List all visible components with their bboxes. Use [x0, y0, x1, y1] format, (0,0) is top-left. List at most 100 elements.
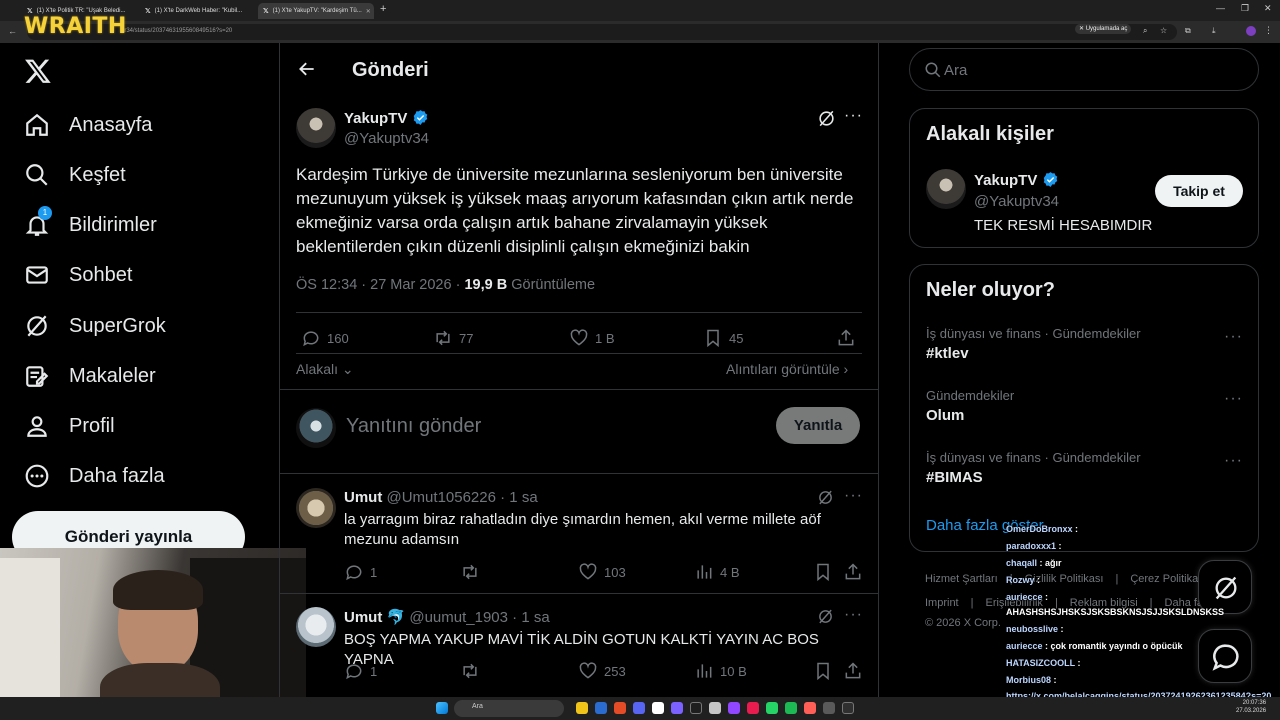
menu-icon[interactable]: ⋮	[1264, 25, 1273, 36]
reply-button[interactable]: 1	[344, 661, 377, 681]
tweet-time[interactable]: ÖS 12:34 · 27 Mar 2026	[296, 277, 452, 293]
footer-link[interactable]: Imprint	[925, 597, 959, 609]
nav-item-articles[interactable]: Makaleler	[24, 363, 156, 389]
zoom-icon[interactable]: ⌕	[1143, 26, 1147, 36]
whatsapp-icon[interactable]	[766, 702, 778, 714]
reply-input[interactable]: Yanıtını gönder	[346, 415, 481, 438]
views-button[interactable]: 10 B	[694, 661, 747, 681]
reply-author[interactable]: Umut	[344, 489, 382, 506]
app-icon[interactable]	[709, 702, 721, 714]
trend-item[interactable]: İş dünyası ve finans · Gündemdekiler #BI…	[926, 450, 1246, 486]
app-icon[interactable]	[747, 702, 759, 714]
repost-button[interactable]	[460, 562, 480, 582]
reply-handle[interactable]: @Umut1056226	[387, 489, 496, 506]
search-box[interactable]: Ara	[909, 48, 1259, 91]
author-handle[interactable]: @Yakuptv34	[974, 193, 1059, 210]
reply-author[interactable]: Umut	[344, 609, 382, 626]
messages-floating-button[interactable]	[1198, 629, 1252, 683]
follow-button[interactable]: Takip et	[1155, 175, 1243, 207]
file-explorer-icon[interactable]	[576, 702, 588, 714]
nav-item-supergrok[interactable]: SuperGrok	[24, 313, 166, 339]
reply-time[interactable]: · 1 sa	[500, 489, 538, 506]
views-button[interactable]: 4 B	[694, 562, 740, 582]
new-tab-icon[interactable]: +	[380, 3, 386, 15]
nav-item-profile[interactable]: Profil	[24, 413, 115, 439]
more-options-icon[interactable]: ···	[844, 487, 863, 505]
nav-item-explore[interactable]: Keşfet	[24, 162, 126, 188]
download-icon[interactable]: ⤓	[1212, 26, 1216, 36]
chrome-icon[interactable]	[614, 702, 626, 714]
avatar[interactable]	[296, 488, 336, 528]
nav-item-chat[interactable]: Sohbet	[24, 262, 132, 288]
more-options-icon[interactable]: ···	[844, 107, 863, 125]
author-row[interactable]: YakupTV	[344, 109, 429, 127]
footer-link[interactable]: Hizmet Şartları	[925, 573, 998, 585]
bookmark-button[interactable]	[813, 661, 833, 681]
browser-tab-active[interactable]: 𝕏 (1) X'te YakupTV: "Kardeşim Tü... ✕	[258, 3, 374, 19]
app-icon[interactable]	[652, 702, 664, 714]
trend-item[interactable]: Gündemdekiler Olum ···	[926, 388, 1246, 424]
view-quotes-link[interactable]: Alıntıları görüntüle ›	[726, 361, 848, 377]
app-icon[interactable]	[671, 702, 683, 714]
open-in-app-chip[interactable]: ✕ Uygulamada aç	[1075, 24, 1132, 34]
author-handle[interactable]: @Yakuptv34	[344, 130, 429, 147]
x-logo-icon[interactable]	[24, 57, 52, 85]
app-icon[interactable]	[690, 702, 702, 714]
repost-button[interactable]	[460, 661, 480, 681]
address-bar[interactable]: ar34/status/2037463195560849516?s=20	[27, 24, 1177, 40]
like-button[interactable]: 1 B	[569, 328, 615, 348]
edge-icon[interactable]	[595, 702, 607, 714]
app-icon[interactable]	[823, 702, 835, 714]
maximize-icon[interactable]: ❐	[1241, 3, 1249, 14]
like-button[interactable]: 103	[578, 562, 626, 582]
share-button[interactable]	[843, 562, 863, 582]
discord-icon[interactable]	[633, 702, 645, 714]
star-icon[interactable]: ☆	[1160, 26, 1167, 35]
reply-button[interactable]: 160	[301, 328, 349, 348]
bookmark-button[interactable]	[813, 562, 833, 582]
profile-avatar[interactable]	[1246, 26, 1256, 36]
more-options-icon[interactable]: ···	[844, 606, 863, 624]
nav-item-more[interactable]: Daha fazla	[24, 463, 165, 489]
nav-item-home[interactable]: Anasayfa	[24, 112, 152, 138]
grok-icon[interactable]	[817, 489, 834, 506]
spotify-icon[interactable]	[785, 702, 797, 714]
repost-button[interactable]: 77	[433, 328, 473, 348]
grok-icon[interactable]	[817, 109, 836, 128]
clock[interactable]: 20:07:36 27.03.2026	[1236, 699, 1266, 715]
avatar[interactable]	[296, 108, 336, 148]
reply-handle[interactable]: @uumut_1903	[409, 609, 508, 626]
app-icon[interactable]	[804, 702, 816, 714]
avatar[interactable]	[296, 607, 336, 647]
back-icon[interactable]: ←	[8, 26, 17, 36]
reply-button-submit[interactable]: Yanıtla	[776, 407, 860, 444]
back-arrow-icon[interactable]	[297, 59, 317, 79]
more-options-icon[interactable]: ···	[1224, 328, 1243, 346]
close-tab-icon[interactable]: ✕	[366, 8, 371, 15]
share-button[interactable]	[843, 661, 863, 681]
bookmark-button[interactable]: 45	[703, 328, 743, 348]
trend-item[interactable]: İş dünyası ve finans · Gündemdekiler #kt…	[926, 326, 1246, 362]
start-icon[interactable]	[436, 702, 448, 714]
footer-link[interactable]: Çerez Politikası	[1130, 573, 1206, 585]
sort-dropdown[interactable]: Alakalı ⌄	[296, 361, 354, 378]
search-input[interactable]: Ara	[944, 62, 967, 79]
close-window-icon[interactable]: ✕	[1264, 3, 1272, 14]
avatar[interactable]	[926, 169, 966, 209]
author-row[interactable]: YakupTV	[974, 171, 1059, 189]
minimize-icon[interactable]: —	[1216, 3, 1225, 13]
like-button[interactable]: 253	[578, 661, 626, 681]
app-icon[interactable]	[842, 702, 854, 714]
reply-time[interactable]: · 1 sa	[512, 609, 550, 626]
nav-item-notifications[interactable]: 1 Bildirimler	[24, 206, 157, 238]
my-avatar[interactable]	[296, 408, 336, 448]
app-icon[interactable]	[728, 702, 740, 714]
taskbar-search[interactable]: Ara	[454, 700, 564, 717]
extensions-icon[interactable]: ⧉	[1185, 26, 1191, 36]
browser-tab[interactable]: 𝕏 (1) X'te DarkWeb Haber: "Kubil...	[140, 3, 256, 19]
grok-floating-button[interactable]	[1198, 560, 1252, 614]
reply-button[interactable]: 1	[344, 562, 377, 582]
more-options-icon[interactable]: ···	[1224, 452, 1243, 470]
share-button[interactable]	[836, 328, 856, 348]
more-options-icon[interactable]: ···	[1224, 390, 1243, 408]
